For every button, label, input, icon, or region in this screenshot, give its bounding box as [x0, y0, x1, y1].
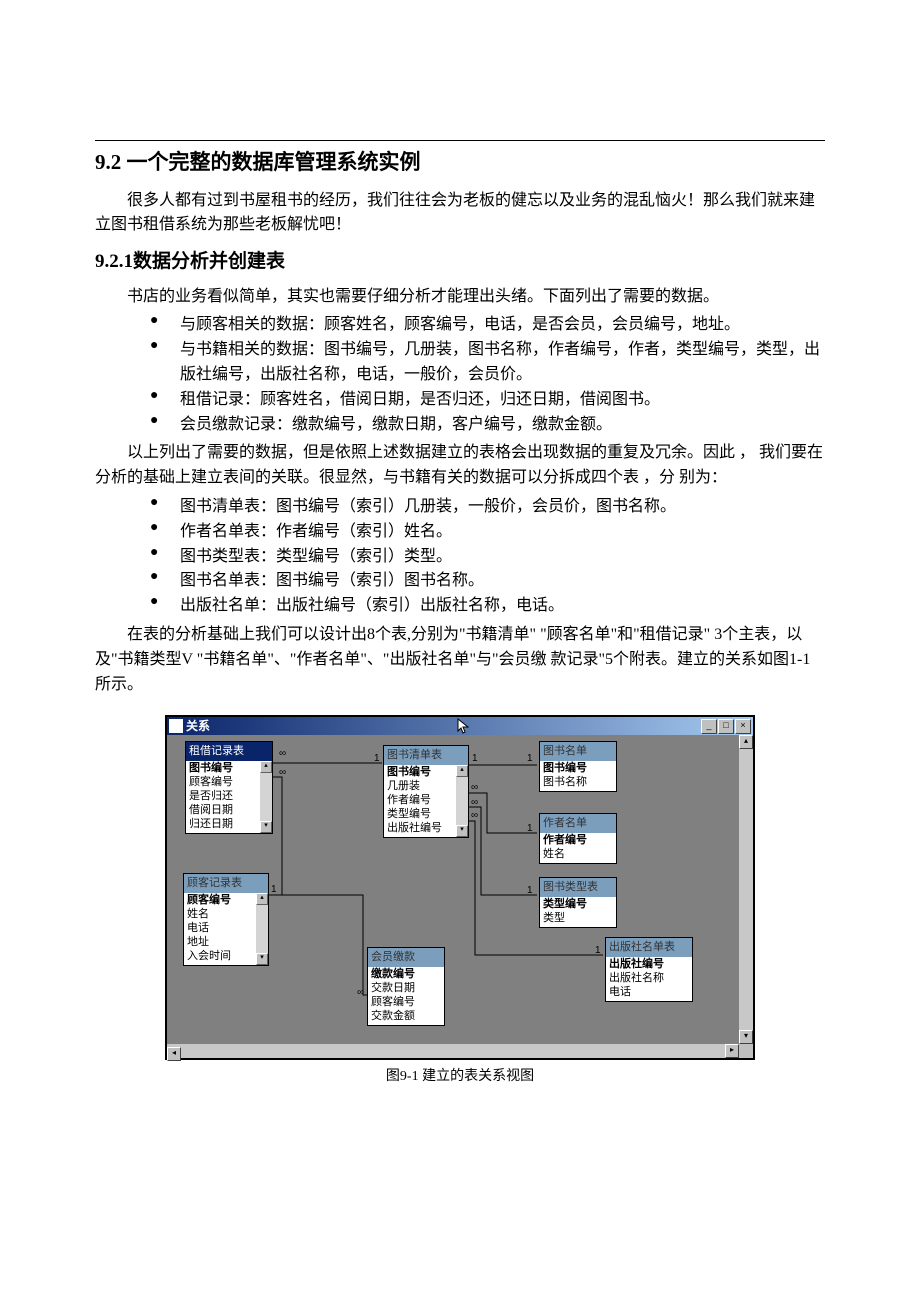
field: 顾客编号: [368, 995, 444, 1009]
table-fee[interactable]: 会员缴款 缴款编号 交款日期 顾客编号 交款金额: [367, 947, 445, 1026]
field: 类型编号: [540, 897, 616, 911]
window-icon: [169, 719, 183, 733]
document-page: 9.2 一个完整的数据库管理系统实例 很多人都有过到书屋租书的经历，我们往往会为…: [0, 0, 920, 1147]
field: 图书名称: [540, 775, 616, 789]
table-author[interactable]: 作者名单 作者编号 姓名: [539, 813, 617, 864]
svg-text:∞: ∞: [279, 748, 286, 759]
table-title: 图书类型表: [540, 878, 616, 897]
field: 图书编号: [540, 761, 616, 775]
resize-grip[interactable]: [739, 1044, 753, 1058]
svg-text:1: 1: [271, 884, 277, 895]
scroll-up-icon[interactable]: ▴: [456, 765, 468, 777]
paragraph-2: 以上列出了需要的数据，但是依照上述数据建立的表格会出现数据的重复及冗余。因此 ，…: [95, 441, 825, 491]
top-rule: [95, 140, 825, 141]
scroll-right-icon[interactable]: ▸: [725, 1044, 739, 1058]
subsection-heading: 9.2.1数据分析并创建表: [95, 248, 825, 277]
svg-text:∞: ∞: [357, 987, 364, 998]
field: 类型: [540, 911, 616, 925]
table-rent[interactable]: 租借记录表 图书编号 顾客编号 是否归还 借阅日期 归还日期 ▴ ▾: [185, 741, 273, 834]
table-scrollbar[interactable]: ▴ ▾: [256, 893, 268, 965]
field: 出版社编号: [606, 957, 692, 971]
list-item: 图书名单表：图书编号（索引）图书名称。: [150, 569, 825, 594]
list-item: 作者名单表：作者编号（索引）姓名。: [150, 520, 825, 545]
table-booktype[interactable]: 图书类型表 类型编号 类型: [539, 877, 617, 928]
svg-text:∞: ∞: [471, 782, 478, 793]
list-item: 图书清单表：图书编号（索引）几册装，一般价，会员价，图书名称。: [150, 495, 825, 520]
scroll-up-icon[interactable]: ▴: [260, 761, 272, 773]
table-title: 图书清单表: [384, 746, 468, 765]
list-item: 图书类型表：类型编号（索引）类型。: [150, 545, 825, 570]
svg-text:∞: ∞: [279, 767, 286, 778]
maximize-button[interactable]: □: [718, 719, 734, 734]
list-item: 与书籍相关的数据：图书编号，几册装，图书名称，作者编号，作者，类型编号，类型，出…: [150, 338, 825, 388]
table-scrollbar[interactable]: ▴ ▾: [456, 765, 468, 837]
scroll-down-icon[interactable]: ▾: [456, 825, 468, 837]
svg-text:1: 1: [527, 753, 533, 764]
scroll-up-icon[interactable]: ▴: [739, 735, 753, 749]
window-titlebar[interactable]: 关系 _ □ ×: [167, 717, 753, 735]
section-heading: 9.2 一个完整的数据库管理系统实例: [95, 147, 825, 179]
bullet-list-2: 图书清单表：图书编号（索引）几册装，一般价，会员价，图书名称。 作者名单表：作者…: [95, 495, 825, 619]
table-publisher[interactable]: 出版社名单表 出版社编号 出版社名称 电话: [605, 937, 693, 1002]
table-title: 顾客记录表: [184, 874, 268, 893]
scroll-down-icon[interactable]: ▾: [739, 1030, 753, 1044]
table-title: 会员缴款: [368, 948, 444, 967]
field: 出版社名称: [606, 971, 692, 985]
list-item: 会员缴款记录：缴款编号，缴款日期，客户编号，缴款金额。: [150, 413, 825, 438]
intro-paragraph: 很多人都有过到书屋租书的经历，我们往往会为老板的健忘以及业务的混乱恼火！那么我们…: [95, 189, 825, 239]
scroll-up-icon[interactable]: ▴: [256, 893, 268, 905]
figure-wrapper: 关系 _ □ × ∞ 1 ∞ 1: [95, 715, 825, 1087]
vertical-scrollbar[interactable]: ▴ ▾: [739, 735, 753, 1044]
field: 交款金额: [368, 1009, 444, 1023]
svg-text:1: 1: [595, 945, 601, 956]
paragraph-1: 书店的业务看似简单，其实也需要仔细分析才能理出头绪。下面列出了需要的数据。: [95, 285, 825, 310]
svg-text:1: 1: [527, 885, 533, 896]
table-title: 作者名单: [540, 814, 616, 833]
list-item: 出版社名单：出版社编号（索引）出版社名称，电话。: [150, 594, 825, 619]
horizontal-scrollbar[interactable]: ◂ ▸: [167, 1044, 739, 1058]
field: 交款日期: [368, 981, 444, 995]
svg-text:1: 1: [527, 823, 533, 834]
svg-text:∞: ∞: [471, 810, 478, 821]
scroll-left-icon[interactable]: ◂: [167, 1047, 181, 1061]
figure-caption: 图9-1 建立的表关系视图: [386, 1066, 534, 1087]
minimize-button[interactable]: _: [701, 719, 717, 734]
window-title: 关系: [186, 717, 701, 735]
table-booklist[interactable]: 图书清单表 图书编号 几册装 作者编号 类型编号 出版社编号 ▴ ▾: [383, 745, 469, 838]
close-button[interactable]: ×: [735, 719, 751, 734]
field: 电话: [606, 985, 692, 999]
field: 姓名: [540, 847, 616, 861]
list-item: 与顾客相关的数据：顾客姓名，顾客编号，电话，是否会员，会员编号，地址。: [150, 313, 825, 338]
list-item: 租借记录：顾客姓名，借阅日期，是否归还，归还日期，借阅图书。: [150, 388, 825, 413]
relationships-canvas[interactable]: ∞ 1 ∞ 1 1 1 ∞ 1 ∞ 1: [167, 735, 739, 1044]
paragraph-3: 在表的分析基础上我们可以设计出8个表,分别为"书籍清单" "顾客名单"和"租借记…: [95, 623, 825, 697]
table-scrollbar[interactable]: ▴ ▾: [260, 761, 272, 833]
table-title: 图书名单: [540, 742, 616, 761]
field: 缴款编号: [368, 967, 444, 981]
field: 作者编号: [540, 833, 616, 847]
scroll-down-icon[interactable]: ▾: [256, 953, 268, 965]
table-title: 租借记录表: [186, 742, 272, 761]
svg-text:1: 1: [472, 753, 478, 764]
table-title: 出版社名单表: [606, 938, 692, 957]
svg-text:∞: ∞: [471, 797, 478, 808]
table-bookname[interactable]: 图书名单 图书编号 图书名称: [539, 741, 617, 792]
bullet-list-1: 与顾客相关的数据：顾客姓名，顾客编号，电话，是否会员，会员编号，地址。 与书籍相…: [95, 313, 825, 437]
svg-text:1: 1: [374, 753, 380, 764]
scroll-down-icon[interactable]: ▾: [260, 821, 272, 833]
relationships-window: 关系 _ □ × ∞ 1 ∞ 1: [165, 715, 755, 1060]
table-customer[interactable]: 顾客记录表 顾客编号 姓名 电话 地址 入会时间 ▴ ▾: [183, 873, 269, 966]
